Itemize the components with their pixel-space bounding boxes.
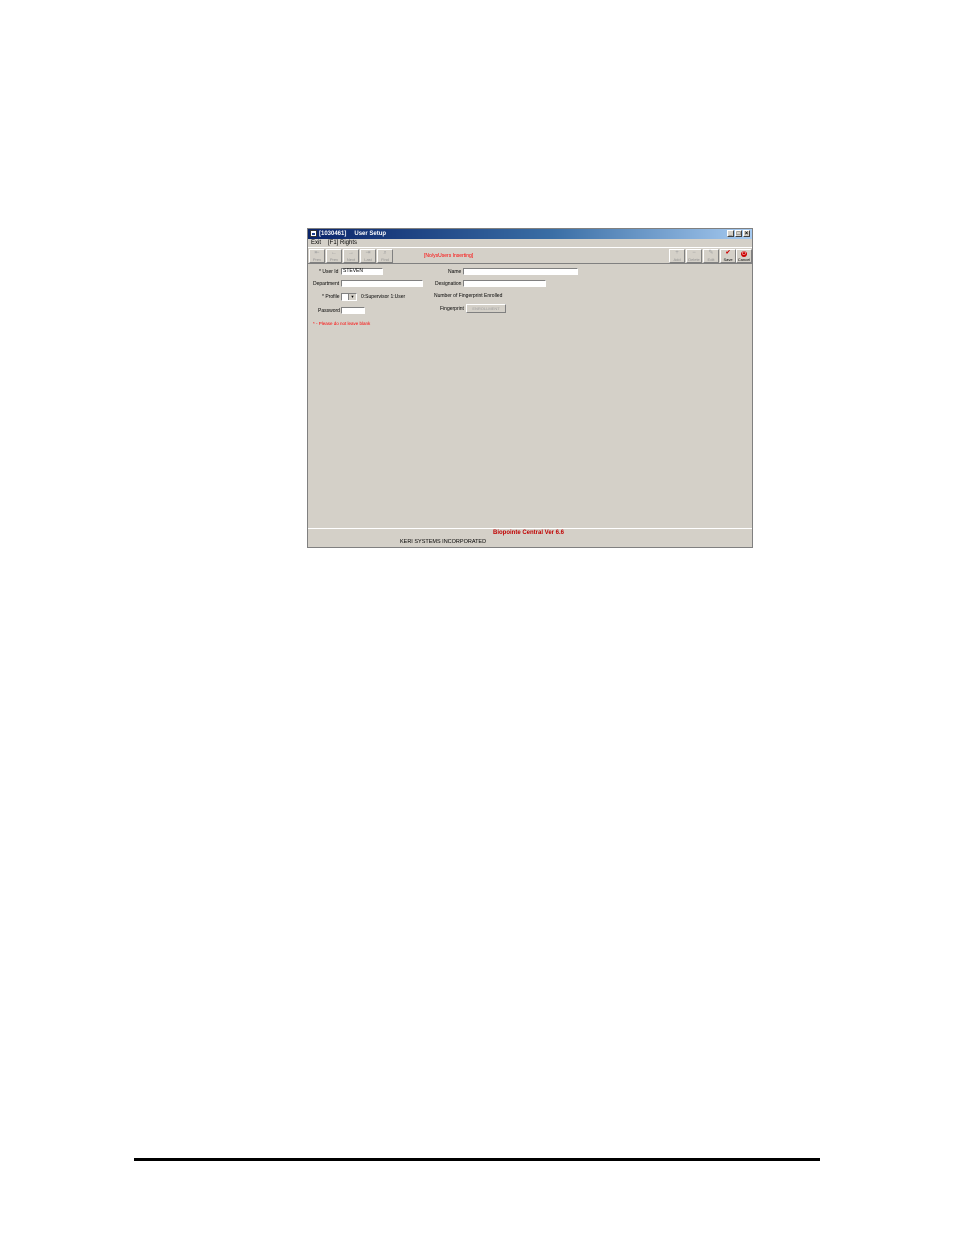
last-arrow-icon: ⇥ bbox=[365, 250, 371, 256]
save-button[interactable]: ✔ Save bbox=[720, 249, 736, 263]
maximize-icon[interactable]: □ bbox=[735, 230, 742, 237]
password-label: Password bbox=[318, 308, 340, 314]
menu-rights[interactable]: [F1] Rights bbox=[328, 239, 357, 247]
name-label: Name bbox=[448, 269, 462, 275]
department-input[interactable] bbox=[341, 280, 423, 287]
cancel-button[interactable]: ⏻ Cancel bbox=[736, 249, 752, 263]
last-record-button[interactable]: ⇥ Last bbox=[360, 249, 376, 263]
user-setup-window: [1030461] User Setup _ □ × Exit [F1] Righ… bbox=[307, 228, 753, 548]
prev-record-button[interactable]: ← Prev bbox=[326, 249, 342, 263]
name-input[interactable] bbox=[463, 268, 578, 275]
minimize-icon[interactable]: _ bbox=[727, 230, 734, 237]
first-arrow-icon: ⇤ bbox=[314, 250, 320, 256]
delete-button[interactable]: − Delete bbox=[686, 249, 702, 263]
toolbar: ⇤ Prev ← Prev → Next ⇥ Last ⌕ Find [No/y… bbox=[308, 247, 752, 264]
fingerprint-count-label: Number of Fingerprint Enrolled bbox=[434, 293, 503, 299]
checkmark-icon: ✔ bbox=[725, 250, 731, 256]
add-button[interactable]: + Add bbox=[669, 249, 685, 263]
edit-button[interactable]: ✎ Edit bbox=[703, 249, 719, 263]
status-footer: Biopointe Central Ver 6.6 KERI SYSTEMS I… bbox=[308, 528, 752, 547]
close-icon[interactable]: × bbox=[743, 230, 750, 237]
menu-exit[interactable]: Exit bbox=[311, 239, 321, 247]
enrollment-button[interactable]: ENROLLMENT bbox=[466, 304, 506, 313]
next-record-button[interactable]: → Next bbox=[343, 249, 359, 263]
user-form: * User Id STEVEN Department * Profile ▼ … bbox=[308, 264, 752, 522]
delete-icon: − bbox=[692, 250, 696, 256]
find-icon: ⌕ bbox=[383, 250, 387, 256]
title-bar[interactable]: [1030461] User Setup _ □ × bbox=[308, 229, 752, 239]
user-id-input[interactable]: STEVEN bbox=[341, 268, 383, 275]
fingerprint-label: Fingerprint bbox=[440, 306, 464, 312]
version-label: Biopointe Central Ver 6.6 bbox=[493, 530, 565, 536]
prev-arrow-icon: ← bbox=[331, 250, 337, 256]
find-button[interactable]: ⌕ Find bbox=[377, 249, 393, 263]
first-record-button[interactable]: ⇤ Prev bbox=[309, 249, 325, 263]
chevron-down-icon[interactable]: ▼ bbox=[348, 294, 356, 300]
department-label: Department bbox=[313, 281, 340, 287]
next-arrow-icon: → bbox=[348, 250, 354, 256]
password-input[interactable] bbox=[341, 307, 365, 314]
profile-options-hint: 0:Supervisor 1:User bbox=[361, 294, 406, 300]
required-note: * - Please do not leave blank bbox=[313, 321, 371, 326]
edit-icon: ✎ bbox=[708, 250, 714, 256]
window-title: [1030461] User Setup bbox=[319, 231, 387, 237]
add-icon: + bbox=[675, 250, 679, 256]
window-controls: _ □ × bbox=[727, 230, 750, 237]
profile-select[interactable]: ▼ bbox=[341, 293, 357, 301]
app-icon bbox=[310, 230, 317, 237]
designation-input[interactable] bbox=[463, 280, 546, 287]
profile-label: * Profile bbox=[322, 294, 340, 300]
company-label: KERI SYSTEMS INCORPORATED bbox=[400, 539, 487, 545]
page-rule bbox=[134, 1158, 820, 1161]
user-id-label: * User Id bbox=[319, 269, 339, 275]
menu-bar: Exit [F1] Rights bbox=[308, 239, 752, 247]
designation-label: Designation bbox=[435, 281, 462, 287]
status-message: [No/ysUsers Inserting] bbox=[424, 253, 474, 259]
